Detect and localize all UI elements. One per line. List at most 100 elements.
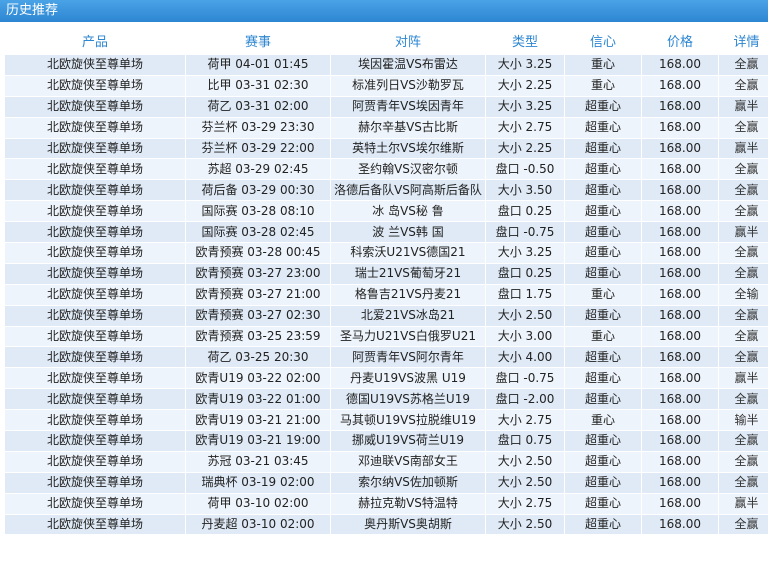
confidence-cell: 重心	[565, 410, 641, 431]
table-row: 北欧旋侠至尊单场 欧青预赛 03-27 23:00 瑞士21VS葡萄牙21 盘口 0.…	[5, 263, 768, 284]
price-cell: 168.00	[642, 138, 718, 159]
col-header-product: 产品	[5, 27, 185, 54]
price-cell: 168.00	[642, 75, 718, 96]
detail-cell[interactable]: 全赢	[719, 305, 768, 326]
detail-cell[interactable]: 全赢	[719, 180, 768, 201]
confidence-cell: 超重心	[565, 305, 641, 326]
detail-cell[interactable]: 全赢	[719, 451, 768, 472]
match-cell: 丹麦U19VS波黑 U19	[331, 368, 485, 389]
confidence-cell: 超重心	[565, 514, 641, 535]
match-cell: 北爱21VS冰岛21	[331, 305, 485, 326]
match-cell: 邓迪联VS南部女王	[331, 451, 485, 472]
confidence-cell: 超重心	[565, 201, 641, 222]
type-cell: 大小 3.25	[486, 243, 564, 263]
table-row: 北欧旋侠至尊单场 荷甲 04-01 01:45 埃因霍温VS布雷达 大小 3.25 重心…	[5, 55, 768, 75]
event-cell: 欧青预赛 03-27 21:00	[186, 284, 330, 305]
detail-cell[interactable]: 全赢	[719, 159, 768, 180]
detail-cell[interactable]: 全赢	[719, 431, 768, 451]
price-cell: 168.00	[642, 201, 718, 222]
match-cell: 挪威U19VS荷兰U19	[331, 431, 485, 451]
product-cell: 北欧旋侠至尊单场	[5, 389, 185, 410]
type-cell: 大小 2.75	[486, 493, 564, 514]
detail-cell[interactable]: 输半	[719, 410, 768, 431]
detail-cell[interactable]: 全赢	[719, 75, 768, 96]
product-cell: 北欧旋侠至尊单场	[5, 410, 185, 431]
type-cell: 盘口 -0.50	[486, 159, 564, 180]
table-row: 北欧旋侠至尊单场 欧青U19 03-21 21:00 马其顿U19VS拉脱维U19 大…	[5, 410, 768, 431]
table-row: 北欧旋侠至尊单场 国际赛 03-28 02:45 波 兰VS韩 国盘口 -0.75 超…	[5, 222, 768, 243]
col-header-detail: 详情	[719, 27, 768, 54]
product-cell: 北欧旋侠至尊单场	[5, 451, 185, 472]
detail-cell[interactable]: 全赢	[719, 55, 768, 75]
event-cell: 比甲 03-31 02:30	[186, 75, 330, 96]
product-cell: 北欧旋侠至尊单场	[5, 75, 185, 96]
detail-cell[interactable]: 赢半	[719, 368, 768, 389]
confidence-cell: 超重心	[565, 159, 641, 180]
detail-cell[interactable]: 全赢	[719, 389, 768, 410]
table-row: 北欧旋侠至尊单场 荷乙 03-25 20:30 阿贾青年VS阿尔青年 大小 4.00 超…	[5, 347, 768, 368]
type-cell: 盘口 -0.75	[486, 368, 564, 389]
type-cell: 大小 2.75	[486, 410, 564, 431]
detail-cell[interactable]: 全赢	[719, 347, 768, 368]
price-cell: 168.00	[642, 514, 718, 535]
product-cell: 北欧旋侠至尊单场	[5, 138, 185, 159]
type-cell: 盘口 0.25	[486, 263, 564, 284]
match-cell: 阿贾青年VS阿尔青年	[331, 347, 485, 368]
price-cell: 168.00	[642, 472, 718, 493]
match-cell: 英特土尔VS埃尔维斯	[331, 138, 485, 159]
table-row: 北欧旋侠至尊单场 荷乙 03-31 02:00 阿贾青年VS埃因青年 大小 3.25 超…	[5, 96, 768, 117]
table-row: 北欧旋侠至尊单场 欧青预赛 03-28 00:45 科索沃U21VS德国21 大小 3…	[5, 243, 768, 263]
table-row: 北欧旋侠至尊单场 欧青U19 03-22 01:00 德国U19VS苏格兰U19 盘口…	[5, 389, 768, 410]
col-header-type: 类型	[486, 27, 564, 54]
table-row: 北欧旋侠至尊单场 欧青预赛 03-27 02:30 北爱21VS冰岛21 大小 2.5…	[5, 305, 768, 326]
event-cell: 苏冠 03-21 03:45	[186, 451, 330, 472]
detail-cell[interactable]: 全赢	[719, 514, 768, 535]
detail-cell[interactable]: 全赢	[719, 117, 768, 138]
price-cell: 168.00	[642, 117, 718, 138]
confidence-cell: 超重心	[565, 243, 641, 263]
confidence-cell: 超重心	[565, 368, 641, 389]
type-cell: 大小 4.00	[486, 347, 564, 368]
event-cell: 欧青预赛 03-27 23:00	[186, 263, 330, 284]
table-row: 北欧旋侠至尊单场 荷后备 03-29 00:30 洛德后备队VS阿高斯后备队 大小 3…	[5, 180, 768, 201]
confidence-cell: 超重心	[565, 96, 641, 117]
type-cell: 大小 2.25	[486, 138, 564, 159]
detail-cell[interactable]: 全输	[719, 284, 768, 305]
price-cell: 168.00	[642, 410, 718, 431]
event-cell: 丹麦超 03-10 02:00	[186, 514, 330, 535]
price-cell: 168.00	[642, 451, 718, 472]
event-cell: 瑞典杯 03-19 02:00	[186, 472, 330, 493]
event-cell: 国际赛 03-28 08:10	[186, 201, 330, 222]
event-cell: 欧青U19 03-21 19:00	[186, 431, 330, 451]
type-cell: 盘口 1.75	[486, 284, 564, 305]
section-title: 历史推荐	[6, 3, 59, 18]
detail-cell[interactable]: 全赢	[719, 326, 768, 347]
detail-cell[interactable]: 赢半	[719, 222, 768, 243]
type-cell: 盘口 0.25	[486, 201, 564, 222]
table-row: 北欧旋侠至尊单场 芬兰杯 03-29 22:00 英特土尔VS埃尔维斯 大小 2.25…	[5, 138, 768, 159]
product-cell: 北欧旋侠至尊单场	[5, 284, 185, 305]
detail-cell[interactable]: 全赢	[719, 243, 768, 263]
detail-cell[interactable]: 全赢	[719, 263, 768, 284]
table-row: 北欧旋侠至尊单场 欧青预赛 03-25 23:59 圣马力U21VS白俄罗U21 大小…	[5, 326, 768, 347]
confidence-cell: 重心	[565, 75, 641, 96]
match-cell: 波 兰VS韩 国	[331, 222, 485, 243]
price-cell: 168.00	[642, 284, 718, 305]
event-cell: 欧青U19 03-21 21:00	[186, 410, 330, 431]
table-row: 北欧旋侠至尊单场 欧青预赛 03-27 21:00 格鲁吉21VS丹麦21 盘口 1.…	[5, 284, 768, 305]
product-cell: 北欧旋侠至尊单场	[5, 493, 185, 514]
event-cell: 荷乙 03-31 02:00	[186, 96, 330, 117]
confidence-cell: 超重心	[565, 138, 641, 159]
detail-cell[interactable]: 全赢	[719, 201, 768, 222]
table-row: 北欧旋侠至尊单场 欧青U19 03-21 19:00 挪威U19VS荷兰U19 盘口 …	[5, 431, 768, 451]
confidence-cell: 超重心	[565, 263, 641, 284]
detail-cell[interactable]: 赢半	[719, 138, 768, 159]
detail-cell[interactable]: 赢半	[719, 493, 768, 514]
table-row: 北欧旋侠至尊单场 欧青U19 03-22 02:00 丹麦U19VS波黑 U19 盘口…	[5, 368, 768, 389]
type-cell: 大小 2.75	[486, 117, 564, 138]
col-header-confidence: 信心	[565, 27, 641, 54]
product-cell: 北欧旋侠至尊单场	[5, 305, 185, 326]
detail-cell[interactable]: 赢半	[719, 96, 768, 117]
detail-cell[interactable]: 全赢	[719, 472, 768, 493]
type-cell: 大小 2.25	[486, 75, 564, 96]
